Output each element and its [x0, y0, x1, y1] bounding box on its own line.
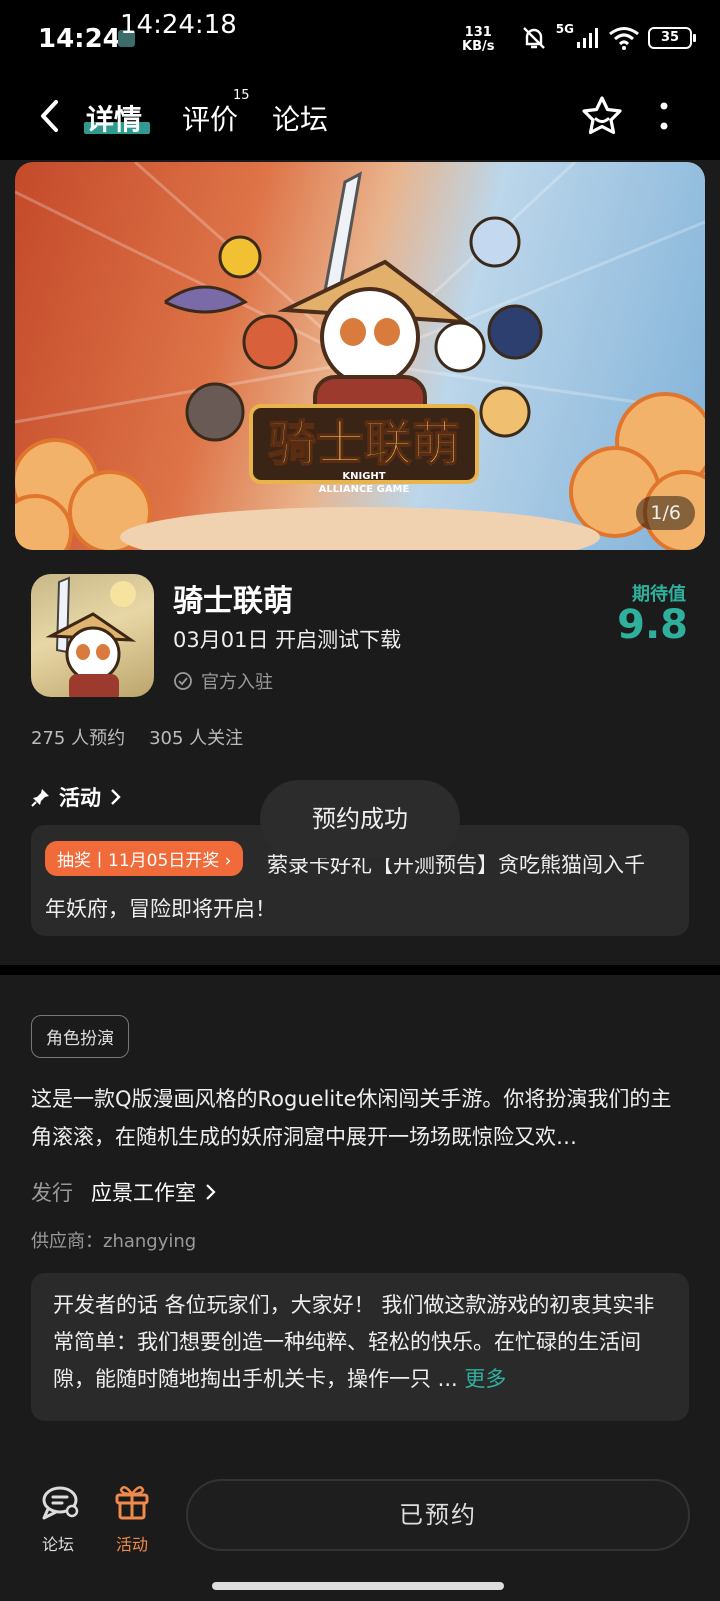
more-options-icon[interactable]: [654, 96, 674, 136]
expectation-score: 9.8: [617, 602, 688, 648]
developer-words-card[interactable]: 开发者的话 各位玩家们，大家好！ 我们做这款游戏的初衷其实非常简单：我们想要创造…: [31, 1273, 689, 1421]
status-time: 14:24: [38, 24, 121, 54]
signal-icon: [577, 28, 598, 48]
tab-reviews[interactable]: 评价: [182, 98, 238, 138]
section-divider: [0, 965, 720, 975]
net-speed-value: 131: [464, 25, 492, 40]
game-title: 骑士联萌: [173, 584, 293, 619]
official-badge: 官方入驻: [173, 668, 273, 694]
bottom-activity-label[interactable]: 活动: [116, 1531, 148, 1555]
reviews-count-badge: 15: [233, 88, 250, 103]
banner-logo-sub-1: KNIGHT: [342, 471, 385, 482]
tab-details[interactable]: 详情: [86, 98, 142, 138]
developer-words-text: 开发者的话 各位玩家们，大家好！ 我们做这款游戏的初衷其实非常简单：我们想要创造…: [53, 1293, 655, 1391]
publisher-row[interactable]: 发行 应景工作室: [31, 1177, 216, 1207]
favorite-star-icon[interactable]: [580, 94, 624, 138]
bottom-forum-label[interactable]: 论坛: [42, 1531, 74, 1555]
banner-logo-text: 骑士联萌: [268, 416, 460, 472]
mute-bell-icon: [522, 27, 545, 49]
genre-tag[interactable]: 角色扮演: [31, 1015, 129, 1058]
hero-banner[interactable]: 骑士联萌 KNIGHT ALLIANCE GAME 1/6: [15, 162, 705, 550]
activity-section-header[interactable]: 活动: [31, 782, 121, 812]
net-speed-unit: KB/s: [462, 39, 495, 54]
developer-words: 开发者的话 各位玩家们，大家好！ 我们做这款游戏的初衷其实非常简单：我们想要创造…: [53, 1287, 673, 1398]
chevron-right-icon: [111, 789, 121, 805]
pin-icon: [31, 789, 49, 807]
gift-icon[interactable]: [112, 1481, 152, 1521]
status-icons: 5G 35: [520, 22, 696, 54]
status-bar: 14:24 14:24:18 131 KB/s 5G 35: [0, 0, 720, 78]
reservation-success-toast: 预约成功: [260, 780, 460, 858]
activity-header-label: 活动: [59, 786, 101, 810]
game-description[interactable]: 这是一款Q版漫画风格的Roguelite休闲闯关手游。你将扮演我们的主角滚滚，在…: [31, 1080, 691, 1156]
banner-artwork: 骑士联萌 KNIGHT ALLIANCE GAME: [15, 162, 705, 550]
publisher-label: 发行: [31, 1181, 73, 1205]
bottom-action-bar: 论坛 活动 已预约: [0, 1455, 720, 1601]
top-nav: 详情 评价 15 论坛: [0, 78, 720, 160]
reserved-button[interactable]: 已预约: [186, 1479, 690, 1551]
wifi-icon: [609, 27, 639, 50]
reservation-count: 275 人预约: [31, 728, 126, 749]
home-indicator[interactable]: [212, 1582, 504, 1590]
game-stats: 275 人预约 305 人关注: [31, 724, 243, 750]
tab-forum[interactable]: 论坛: [272, 98, 328, 138]
publisher-name: 应景工作室: [91, 1181, 196, 1205]
official-label: 官方入驻: [201, 672, 273, 693]
chevron-right-icon: [206, 1184, 216, 1200]
check-circle-icon: [174, 672, 192, 690]
supplier-info: 供应商：zhangying: [31, 1231, 197, 1252]
banner-page-counter: 1/6: [636, 496, 695, 530]
banner-logo-sub-2: ALLIANCE GAME: [319, 484, 410, 495]
more-link[interactable]: 更多: [464, 1367, 506, 1391]
lottery-tag[interactable]: 抽奖丨11月05日开奖 ›: [45, 841, 244, 876]
back-arrow-icon[interactable]: [36, 96, 66, 136]
status-clock-overlay: 14:24:18: [120, 10, 237, 40]
network-type: 5G: [555, 22, 574, 36]
test-date: 03月01日 开启测试下载: [173, 628, 402, 652]
forum-chat-icon[interactable]: [40, 1485, 80, 1521]
follower-count: 305 人关注: [149, 728, 244, 749]
battery-indicator: 35: [648, 27, 696, 49]
game-icon: [31, 574, 154, 697]
net-speed: 131 KB/s: [462, 26, 494, 54]
